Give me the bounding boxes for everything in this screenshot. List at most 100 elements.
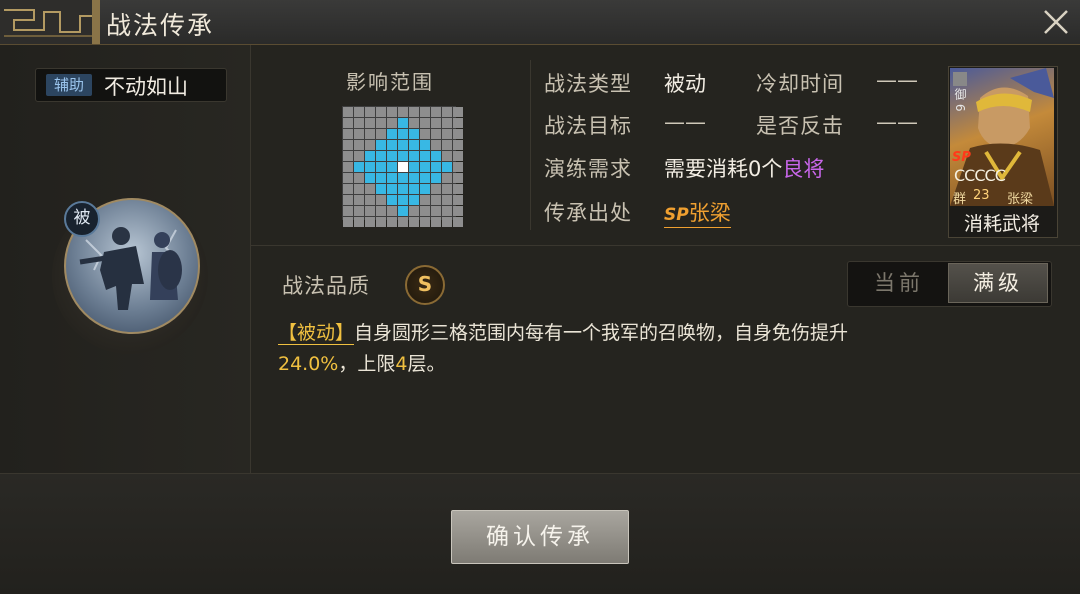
range-cell xyxy=(442,184,452,194)
range-cell xyxy=(376,217,386,227)
range-cell xyxy=(354,118,364,128)
range-cell xyxy=(431,195,441,205)
range-cell-active xyxy=(365,162,375,172)
skill-type-tag: 辅助 xyxy=(46,74,92,96)
requirement-count: 0 xyxy=(748,157,762,181)
range-cell-active xyxy=(409,173,419,183)
range-cell-active xyxy=(387,140,397,150)
range-cell xyxy=(442,129,452,139)
range-cell xyxy=(431,129,441,139)
range-cell xyxy=(376,206,386,216)
type-label: 战法类型 xyxy=(544,72,632,96)
close-icon[interactable] xyxy=(1040,6,1072,38)
range-cell-active xyxy=(365,151,375,161)
range-cell xyxy=(409,118,419,128)
range-cell xyxy=(343,140,353,150)
range-cell xyxy=(453,107,463,117)
range-cell-active xyxy=(354,162,364,172)
description-text-3: 层。 xyxy=(407,353,446,375)
range-center-cell xyxy=(398,162,408,172)
card-sp-mark: SP xyxy=(952,150,971,165)
range-cell-active xyxy=(376,162,386,172)
card-cost: 御 6 xyxy=(953,88,967,112)
range-grid xyxy=(342,106,463,227)
range-cell xyxy=(442,173,452,183)
range-cell xyxy=(442,118,452,128)
cooldown-value: —— xyxy=(876,68,918,92)
range-cell-active xyxy=(398,184,408,194)
range-cell xyxy=(376,107,386,117)
range-cell xyxy=(431,184,441,194)
range-cell xyxy=(409,206,419,216)
range-cell xyxy=(453,206,463,216)
range-cell-active xyxy=(431,151,441,161)
tab-current[interactable]: 当前 xyxy=(849,263,949,303)
range-cell-active xyxy=(387,195,397,205)
range-cell xyxy=(442,217,452,227)
target-label: 战法目标 xyxy=(544,114,632,138)
range-cell xyxy=(343,118,353,128)
range-cell-active xyxy=(398,206,408,216)
source-general-link[interactable]: SP张梁 xyxy=(664,197,731,228)
card-stars: CCCCC xyxy=(954,166,1006,185)
range-cell-active xyxy=(420,140,430,150)
range-cell xyxy=(420,118,430,128)
range-cell-active xyxy=(398,140,408,150)
range-cell-active xyxy=(409,162,419,172)
range-cell-active xyxy=(420,162,430,172)
horizontal-divider xyxy=(250,245,1080,246)
range-cell xyxy=(387,107,397,117)
range-cell xyxy=(409,107,419,117)
title-bar: 战法传承 xyxy=(0,0,1080,45)
range-cell xyxy=(354,195,364,205)
target-value: —— xyxy=(664,110,706,134)
range-cell xyxy=(431,118,441,128)
range-cell xyxy=(453,184,463,194)
range-cell-active xyxy=(398,129,408,139)
range-cell xyxy=(365,118,375,128)
range-cell xyxy=(365,129,375,139)
card-rarity-icon xyxy=(953,72,967,86)
range-cell xyxy=(354,173,364,183)
type-value: 被动 xyxy=(664,72,706,96)
range-cell-active xyxy=(420,184,430,194)
range-cell xyxy=(343,173,353,183)
range-cell-active xyxy=(420,173,430,183)
window-title: 战法传承 xyxy=(106,11,215,40)
range-cell-active xyxy=(376,140,386,150)
range-cell xyxy=(420,107,430,117)
sp-mark: SP xyxy=(664,205,689,225)
range-cell xyxy=(398,217,408,227)
range-cell xyxy=(442,107,452,117)
range-cell xyxy=(387,118,397,128)
range-cell xyxy=(387,206,397,216)
range-cell xyxy=(343,107,353,117)
range-cell xyxy=(431,217,441,227)
range-cell xyxy=(343,217,353,227)
range-cell xyxy=(442,206,452,216)
range-cell-active xyxy=(387,173,397,183)
range-cell xyxy=(431,206,441,216)
range-cell xyxy=(387,217,397,227)
range-cell xyxy=(365,107,375,117)
vertical-divider xyxy=(530,60,531,230)
quality-badge: S xyxy=(405,265,445,305)
range-cell xyxy=(354,151,364,161)
skill-chip: 辅助 不动如山 xyxy=(35,68,227,102)
range-cell xyxy=(354,206,364,216)
range-cell xyxy=(376,118,386,128)
range-cell xyxy=(343,129,353,139)
range-cell xyxy=(343,151,353,161)
requirement-unit: 个 xyxy=(761,157,783,181)
source-label: 传承出处 xyxy=(544,201,632,225)
range-cell xyxy=(442,195,452,205)
range-cell-active xyxy=(376,151,386,161)
range-cell xyxy=(398,107,408,117)
tab-max-level[interactable]: 满级 xyxy=(948,263,1048,303)
card-caption: 消耗武将 xyxy=(963,213,1040,235)
skill-description: 【被动】自身圆形三格范围内每有一个我军的召唤物，自身免伤提升 24.0%，上限4层… xyxy=(278,318,1028,380)
range-cell xyxy=(420,129,430,139)
confirm-inherit-button[interactable]: 确认传承 xyxy=(451,510,629,564)
range-cell xyxy=(354,140,364,150)
range-cell xyxy=(420,195,430,205)
